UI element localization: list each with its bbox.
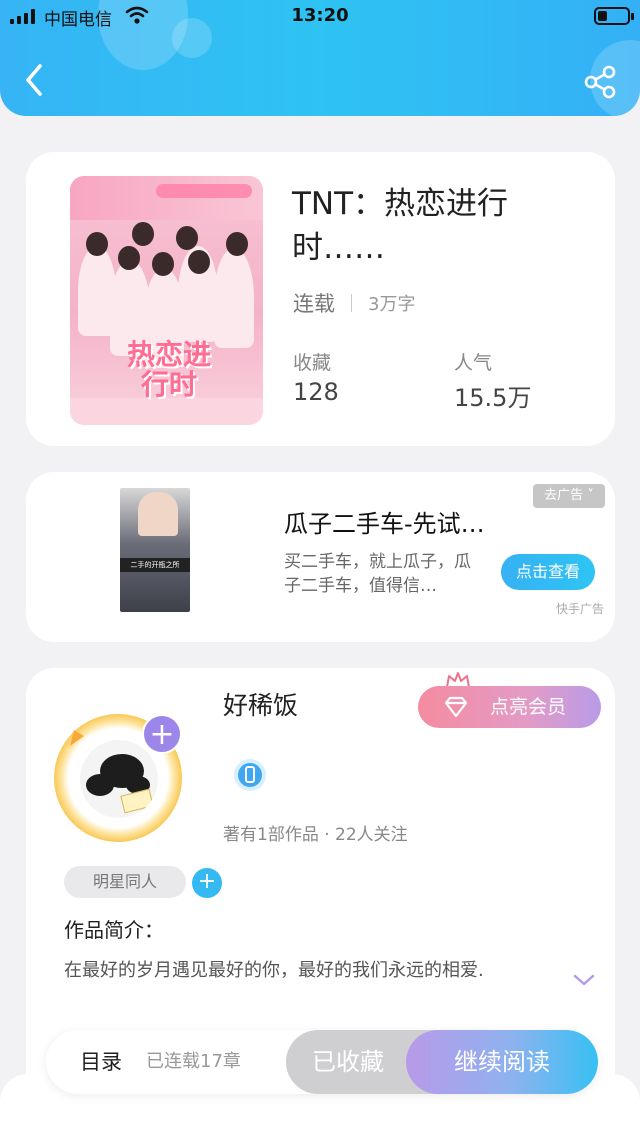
popularity-count: 15.5万 <box>454 384 532 412</box>
chapter-count: 已连载17章 <box>146 1051 241 1072</box>
word-count: 3万字 <box>368 294 416 315</box>
top-header: 中国电信 13:20 <box>0 0 640 116</box>
ad-card[interactable]: 二手的开瓶之所 瓜子二手车-先试… 买二手车，就上瓜子，瓜子二手车，值得信… 去… <box>26 472 615 642</box>
clock: 13:20 <box>291 5 349 26</box>
popularity-label: 人气 <box>454 352 493 374</box>
serial-status: 连载 <box>293 292 335 316</box>
remove-ad-button[interactable]: 去广告 ˅ <box>533 484 605 508</box>
favorites-label: 收藏 <box>293 352 332 374</box>
author-name[interactable]: 好稀饭 <box>223 686 298 722</box>
ad-image[interactable]: 二手的开瓶之所 <box>120 488 190 612</box>
book-info-card: 热恋进行时 TNT：热恋进行时…… 连载 3万字 收藏 128 人气 15.5万 <box>26 152 615 446</box>
intro-label: 作品简介： <box>64 918 164 942</box>
divider <box>351 294 352 312</box>
ad-description: 买二手车，就上瓜子，瓜子二手车，值得信… <box>284 552 471 596</box>
status-bar: 中国电信 13:20 <box>0 0 640 34</box>
book-title: TNT：热恋进行时…… <box>292 186 509 266</box>
activate-vip-button[interactable]: 点亮会员 <box>418 686 601 728</box>
intro-text: 在最好的岁月遇见最好的你，最好的我们永远的相爱. <box>64 960 484 981</box>
table-of-contents-button[interactable]: 目录 <box>80 1030 122 1094</box>
avatar[interactable] <box>80 740 158 818</box>
cover-title: 热恋进行时 <box>126 338 211 401</box>
ad-title[interactable]: 瓜子二手车-先试… <box>284 504 485 539</box>
book-cover[interactable]: 热恋进行时 <box>70 176 263 425</box>
ad-view-button[interactable]: 点击查看 <box>501 554 595 590</box>
continue-reading-button[interactable]: 继续阅读 <box>406 1030 598 1094</box>
share-button[interactable] <box>582 64 618 100</box>
lamp-icon <box>70 730 84 746</box>
bottom-action-bar: 目录 已连载17章 已收藏 继续阅读 <box>46 1030 598 1094</box>
chevron-down-icon[interactable] <box>572 972 596 988</box>
add-tag-button[interactable]: + <box>192 868 222 898</box>
favorites-count: 128 <box>293 378 339 406</box>
genre-tag[interactable]: 明星同人 <box>64 866 186 898</box>
back-button[interactable] <box>20 62 50 98</box>
follow-author-button[interactable]: + <box>142 714 182 754</box>
ad-source: 快手广告 <box>556 602 605 616</box>
book-meta: 连载 3万字 <box>293 288 415 318</box>
author-medal-icon[interactable] <box>232 756 268 794</box>
battery-icon <box>594 7 634 25</box>
diamond-icon <box>444 696 468 718</box>
author-stats: 著有1部作品 · 22人关注 <box>223 825 408 845</box>
